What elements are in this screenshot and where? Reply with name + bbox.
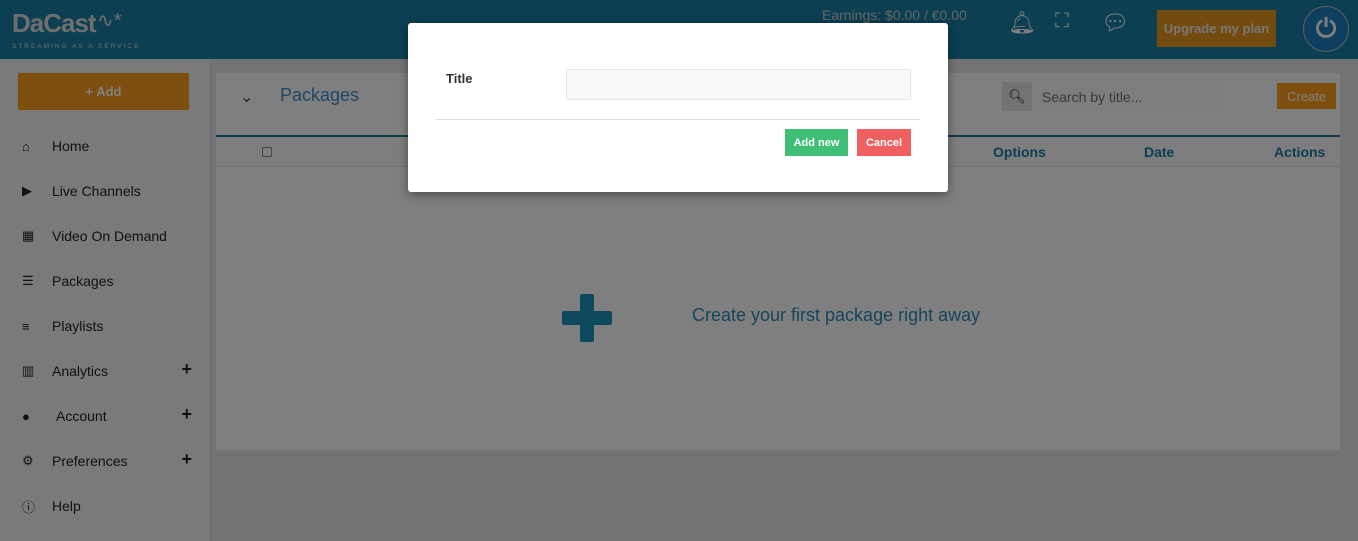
title-input[interactable] [566, 69, 911, 100]
divider [436, 119, 920, 120]
add-new-button[interactable]: Add new [785, 129, 848, 156]
cancel-button[interactable]: Cancel [857, 129, 911, 156]
title-label: Title [446, 71, 473, 86]
add-package-modal: Title Add new Cancel [408, 23, 948, 192]
